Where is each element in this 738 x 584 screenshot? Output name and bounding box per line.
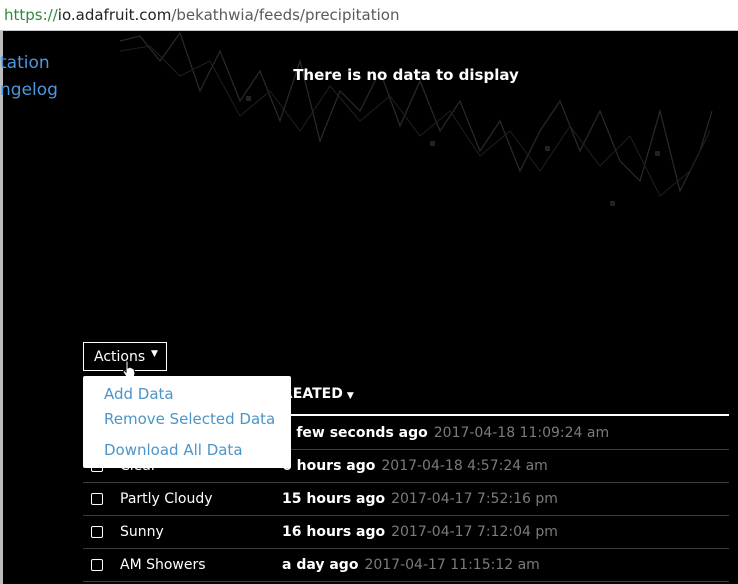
row-value: Sunny (120, 524, 164, 540)
browser-url-bar[interactable]: https://io.adafruit.com/bekathwia/feeds/… (0, 0, 738, 31)
table-row: Partly Cloudy 15 hours ago 2017-04-17 7:5… (83, 483, 729, 516)
url-host: io.adafruit.com (57, 6, 172, 24)
row-created: 15 hours ago 2017-04-17 7:52:16 pm (282, 491, 558, 507)
row-created: 16 hours ago 2017-04-17 7:12:04 pm (282, 524, 558, 540)
menu-item-remove-selected-data[interactable]: Remove Selected Data (104, 410, 275, 428)
row-relative-time: a few seconds ago (282, 425, 428, 441)
row-relative-time: 16 hours ago (282, 524, 386, 540)
created-header-label: REATED (282, 386, 343, 402)
created-column-header[interactable]: REATED ▼ (282, 386, 354, 402)
row-timestamp: 2017-04-17 11:15:12 am (364, 557, 540, 573)
sort-caret-icon: ▼ (346, 391, 354, 401)
row-divider (83, 581, 729, 582)
row-checkbox[interactable] (91, 559, 103, 571)
row-checkbox[interactable] (91, 526, 103, 538)
row-timestamp: 2017-04-17 7:12:04 pm (391, 524, 558, 540)
row-value: Partly Cloudy (120, 491, 213, 507)
row-timestamp: 2017-04-17 7:52:16 pm (391, 491, 558, 507)
row-timestamp: 2017-04-18 11:09:24 am (433, 425, 610, 441)
row-relative-time: 6 hours ago (282, 458, 376, 474)
menu-item-add-data[interactable]: Add Data (104, 385, 174, 403)
url-scheme: https:// (4, 6, 58, 24)
window-edge (0, 31, 3, 584)
table-row: Sunny 16 hours ago 2017-04-17 7:12:04 pm (83, 516, 729, 549)
row-value: AM Showers (120, 557, 206, 573)
row-checkbox[interactable] (91, 493, 103, 505)
url-path: /bekathwia/feeds/precipitation (171, 6, 400, 24)
menu-item-download-all-data[interactable]: Download All Data (104, 441, 243, 459)
row-created: a day ago 2017-04-17 11:15:12 am (282, 557, 540, 573)
row-timestamp: 2017-04-18 4:57:24 am (381, 458, 548, 474)
row-created: a few seconds ago 2017-04-18 11:09:24 am (282, 425, 609, 441)
caret-down-icon: ▼ (151, 349, 158, 359)
chart-empty-message: There is no data to display (293, 66, 519, 84)
header-divider (282, 414, 729, 416)
row-relative-time: 15 hours ago (282, 491, 386, 507)
row-created: 6 hours ago 2017-04-18 4:57:24 am (282, 458, 548, 474)
table-row: AM Showers a day ago 2017-04-17 11:15:12 … (83, 549, 729, 582)
actions-menu: Add Data Remove Selected Data Download A… (83, 376, 291, 468)
url-text[interactable]: https://io.adafruit.com/bekathwia/feeds/… (4, 6, 399, 24)
row-relative-time: a day ago (282, 557, 359, 573)
